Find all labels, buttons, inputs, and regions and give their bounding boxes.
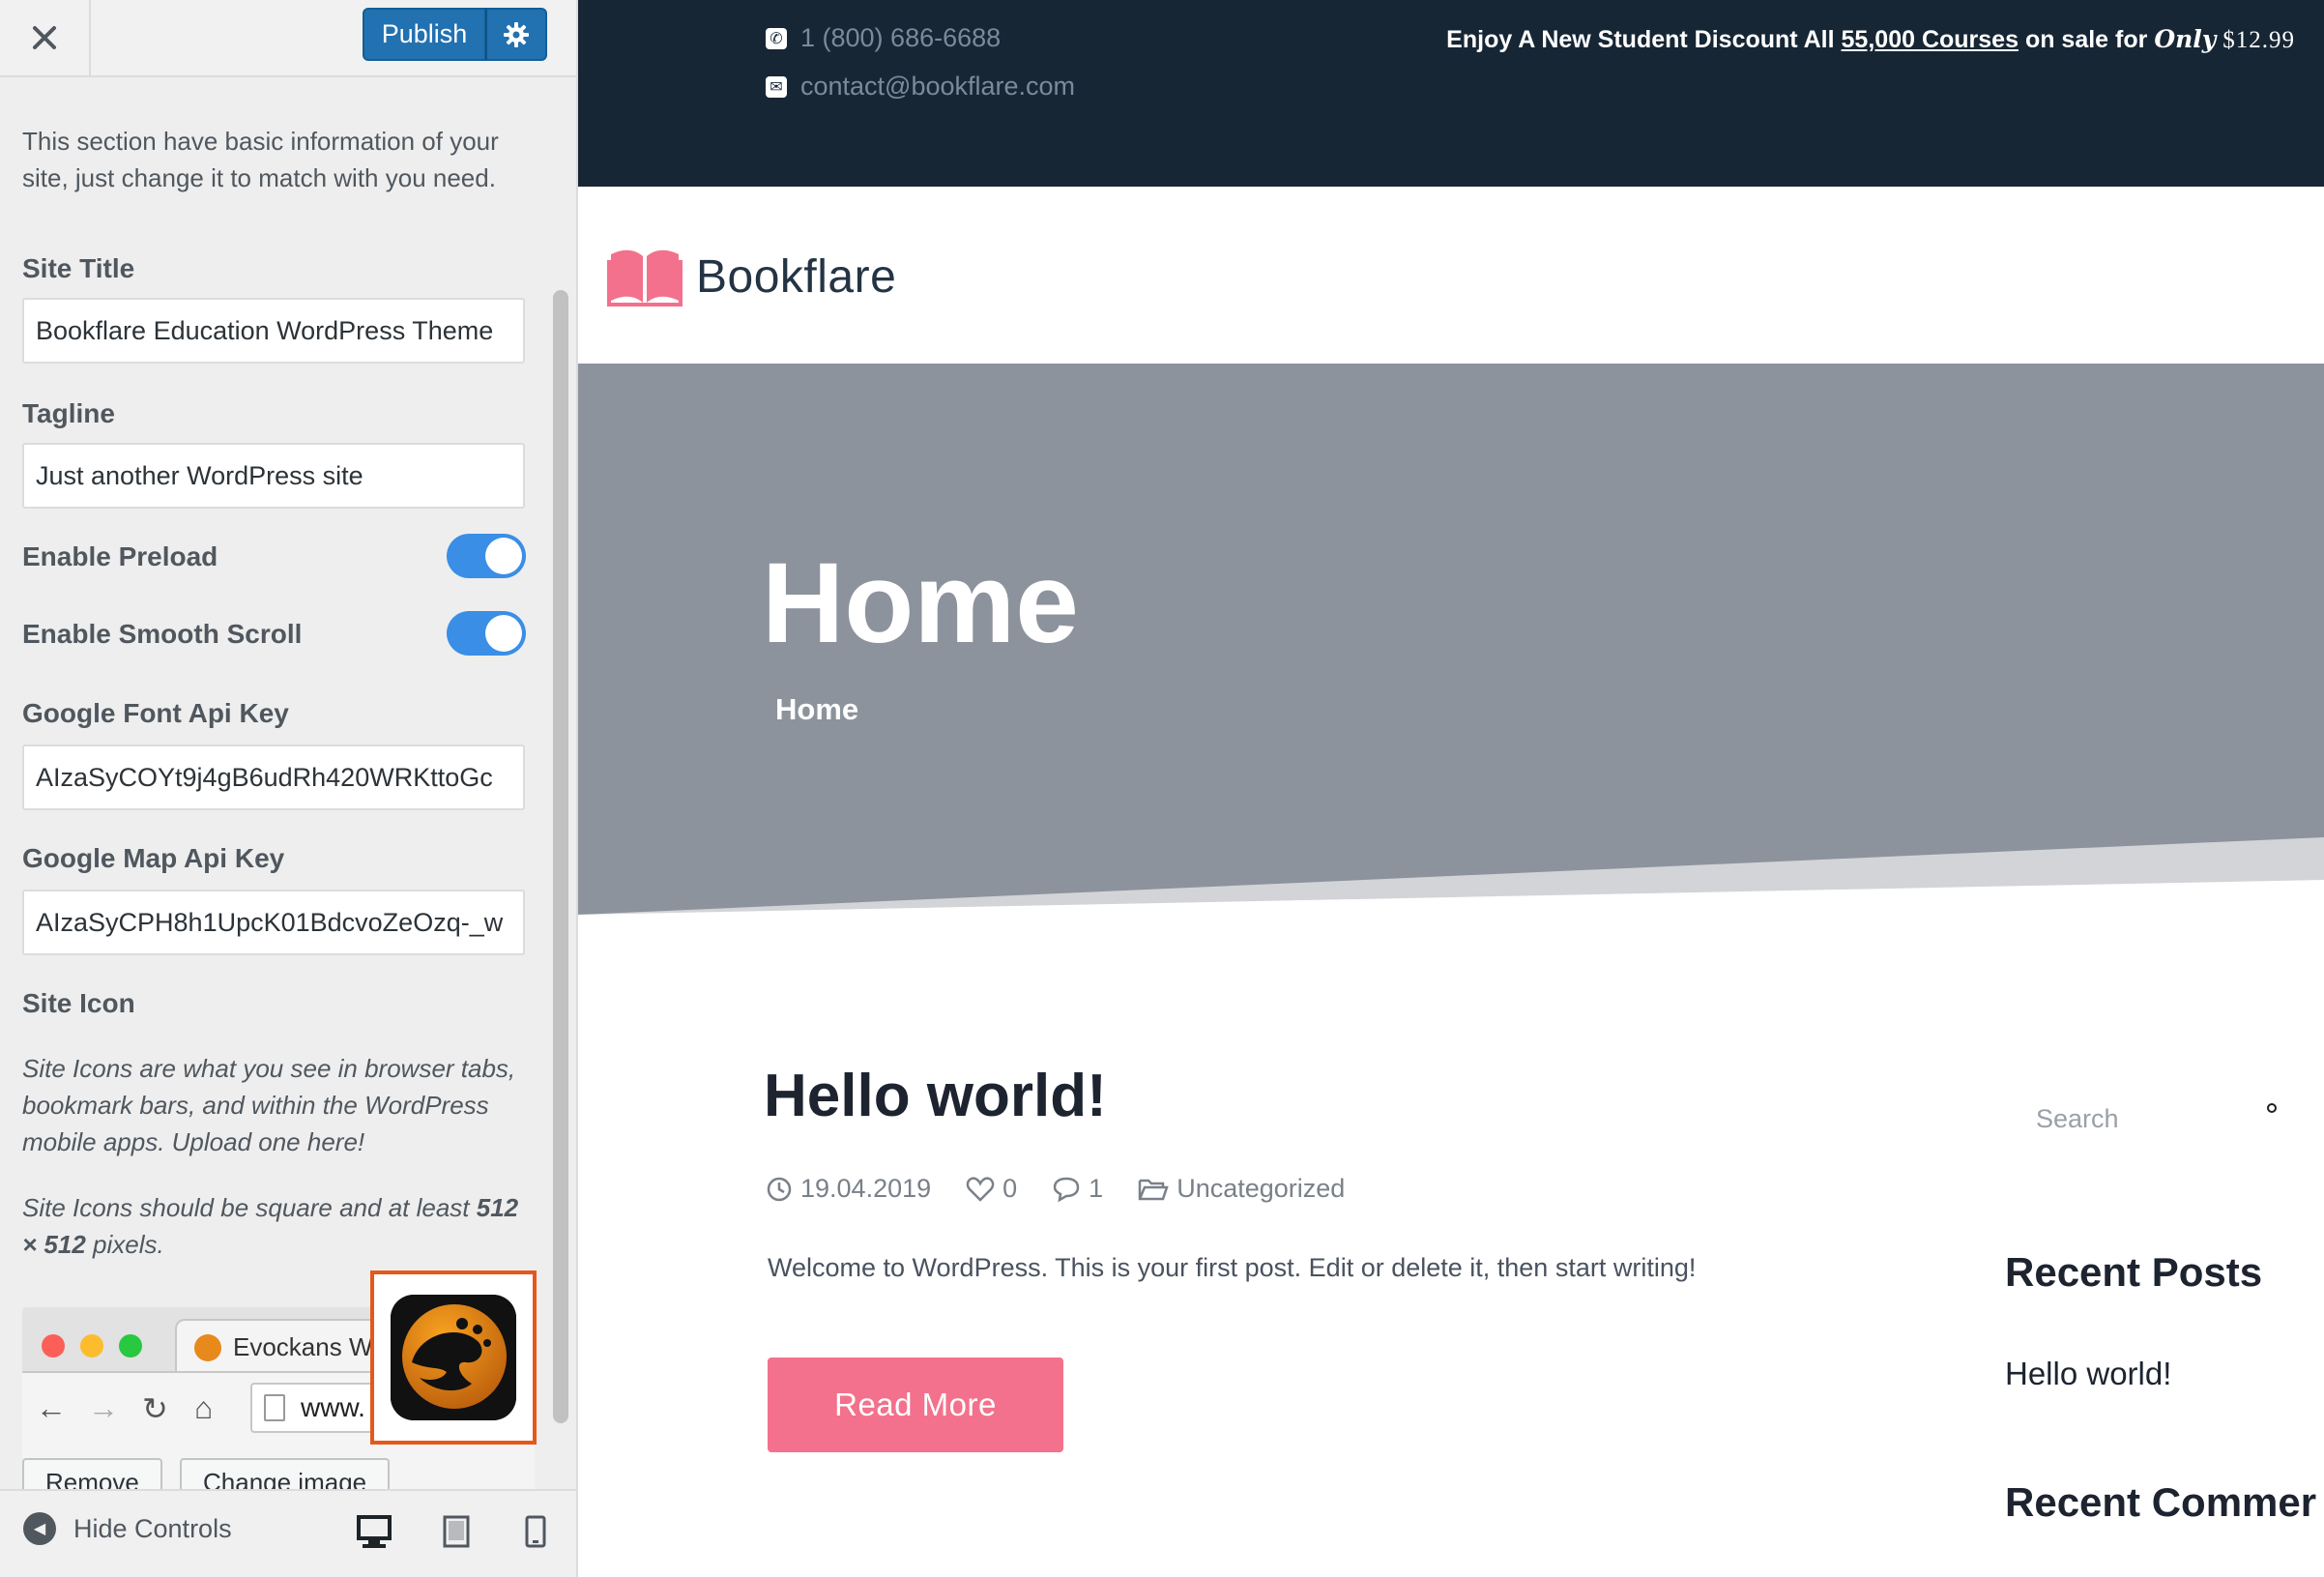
mobile-icon — [525, 1515, 546, 1548]
site-topbar: ✆ 1 (800) 686-6688 ✉ contact@bookflare.c… — [578, 0, 2324, 187]
logo-text: Bookflare — [696, 250, 897, 303]
phone-icon: ✆ — [766, 27, 787, 49]
tagline-label: Tagline — [22, 398, 115, 428]
courses-link[interactable]: 55,000 Courses — [1842, 26, 2019, 53]
envelope-icon: ✉ — [766, 75, 787, 98]
recent-posts-title: Recent Posts — [2005, 1249, 2263, 1295]
post-date: 19.04.2019 — [766, 1174, 931, 1204]
post-meta: 19.04.2019 0 1 Uncategorized — [766, 1174, 1380, 1204]
sidebar-search-input[interactable]: Search — [2022, 1083, 2324, 1154]
customizer-sidebar: Publish This section have basic informat… — [0, 0, 578, 1577]
breadcrumb[interactable]: Home — [775, 692, 858, 727]
page-title: Home — [762, 540, 1079, 667]
recent-post-link[interactable]: Hello world! — [2005, 1356, 2171, 1392]
enable-preload-toggle[interactable] — [447, 534, 526, 578]
enable-smooth-scroll-label: Enable Smooth Scroll — [22, 619, 303, 649]
phone-number: 1 (800) 686-6688 — [800, 23, 1002, 52]
comment-icon — [1053, 1177, 1080, 1202]
hide-controls-button[interactable]: ◀ Hide Controls — [23, 1512, 232, 1545]
enable-preload-label: Enable Preload — [22, 541, 218, 571]
close-customizer-button[interactable] — [0, 0, 91, 75]
clock-icon — [767, 1177, 792, 1201]
contact-email[interactable]: ✉ contact@bookflare.com — [766, 72, 1075, 102]
open-book-icon — [607, 249, 683, 307]
site-icon-image — [391, 1295, 516, 1420]
browser-tab-title: Evockans W — [233, 1331, 373, 1361]
hide-controls-label: Hide Controls — [73, 1513, 232, 1543]
window-maximize-dot — [119, 1334, 142, 1358]
browser-address-text: www. — [301, 1392, 365, 1422]
desktop-preview-button[interactable] — [353, 1510, 395, 1553]
post-excerpt: Welcome to WordPress. This is your first… — [768, 1253, 1697, 1282]
recent-comments-title: Recent Commer — [2005, 1479, 2317, 1525]
reload-icon: ↻ — [142, 1391, 168, 1426]
collapse-arrow-icon: ◀ — [23, 1512, 56, 1545]
window-minimize-dot — [80, 1334, 103, 1358]
site-preview-frame: ✆ 1 (800) 686-6688 ✉ contact@bookflare.c… — [578, 0, 2324, 1577]
site-title-input[interactable]: Bookflare Education WordPress Theme — [22, 298, 525, 364]
page-icon — [264, 1394, 285, 1421]
google-map-api-key-input[interactable]: AIzaSyCPH8h1UpcK01BdcvoZeOzq-_w — [22, 890, 525, 955]
post-title[interactable]: Hello world! — [764, 1062, 1107, 1130]
post-category[interactable]: Uncategorized — [1138, 1174, 1345, 1204]
search-icon[interactable] — [2266, 1102, 2280, 1116]
promo-banner: Enjoy A New Student Discount All 55,000 … — [1446, 25, 2295, 53]
favicon-icon — [194, 1334, 221, 1361]
section-description: This section have basic information of y… — [22, 127, 499, 192]
email-address: contact@bookflare.com — [800, 72, 1076, 101]
site-header: Bookflare — [578, 187, 2324, 364]
site-icon-description: Site Icons are what you see in browser t… — [22, 1054, 516, 1156]
publish-button[interactable]: Publish — [363, 8, 486, 61]
post-likes[interactable]: 0 — [966, 1174, 1017, 1204]
sidebar-scrollbar[interactable] — [553, 290, 568, 1423]
site-icon-app-preview — [370, 1270, 537, 1445]
read-more-button[interactable]: Read More — [768, 1358, 1063, 1452]
customizer-header: Publish — [0, 0, 576, 77]
contact-phone[interactable]: ✆ 1 (800) 686-6688 — [766, 23, 1001, 53]
folder-open-icon — [1138, 1179, 1169, 1200]
publish-settings-button[interactable] — [485, 8, 547, 61]
promo-price: $12.99 — [2222, 27, 2295, 53]
forward-arrow-icon: → — [88, 1390, 119, 1425]
desktop-icon — [357, 1515, 392, 1548]
mobile-preview-button[interactable] — [514, 1510, 557, 1553]
customizer-footer: ◀ Hide Controls — [0, 1489, 576, 1577]
hero-slanted-edge — [578, 837, 2324, 915]
home-icon: ⌂ — [194, 1390, 214, 1425]
google-font-api-key-label: Google Font Api Key — [22, 698, 289, 728]
gear-icon — [504, 21, 529, 47]
post-comments[interactable]: 1 — [1052, 1174, 1103, 1204]
close-icon — [33, 26, 56, 49]
tablet-icon — [443, 1515, 470, 1548]
tablet-preview-button[interactable] — [435, 1510, 478, 1553]
site-title-label: Site Title — [22, 253, 135, 283]
google-map-api-key-label: Google Map Api Key — [22, 843, 285, 873]
back-arrow-icon: ← — [36, 1390, 67, 1425]
page-hero: Home Home — [578, 364, 2324, 915]
tagline-input[interactable]: Just another WordPress site — [22, 443, 525, 509]
heart-icon — [966, 1176, 995, 1202]
site-icon-size-note: Site Icons should be square and at least… — [22, 1193, 519, 1259]
google-font-api-key-input[interactable]: AIzaSyCOYt9j4gB6udRh420WRKttoGc — [22, 745, 525, 810]
site-icon-label: Site Icon — [22, 988, 135, 1018]
window-close-dot — [42, 1334, 65, 1358]
enable-smooth-scroll-toggle[interactable] — [447, 611, 526, 656]
site-logo[interactable]: Bookflare — [607, 247, 896, 307]
